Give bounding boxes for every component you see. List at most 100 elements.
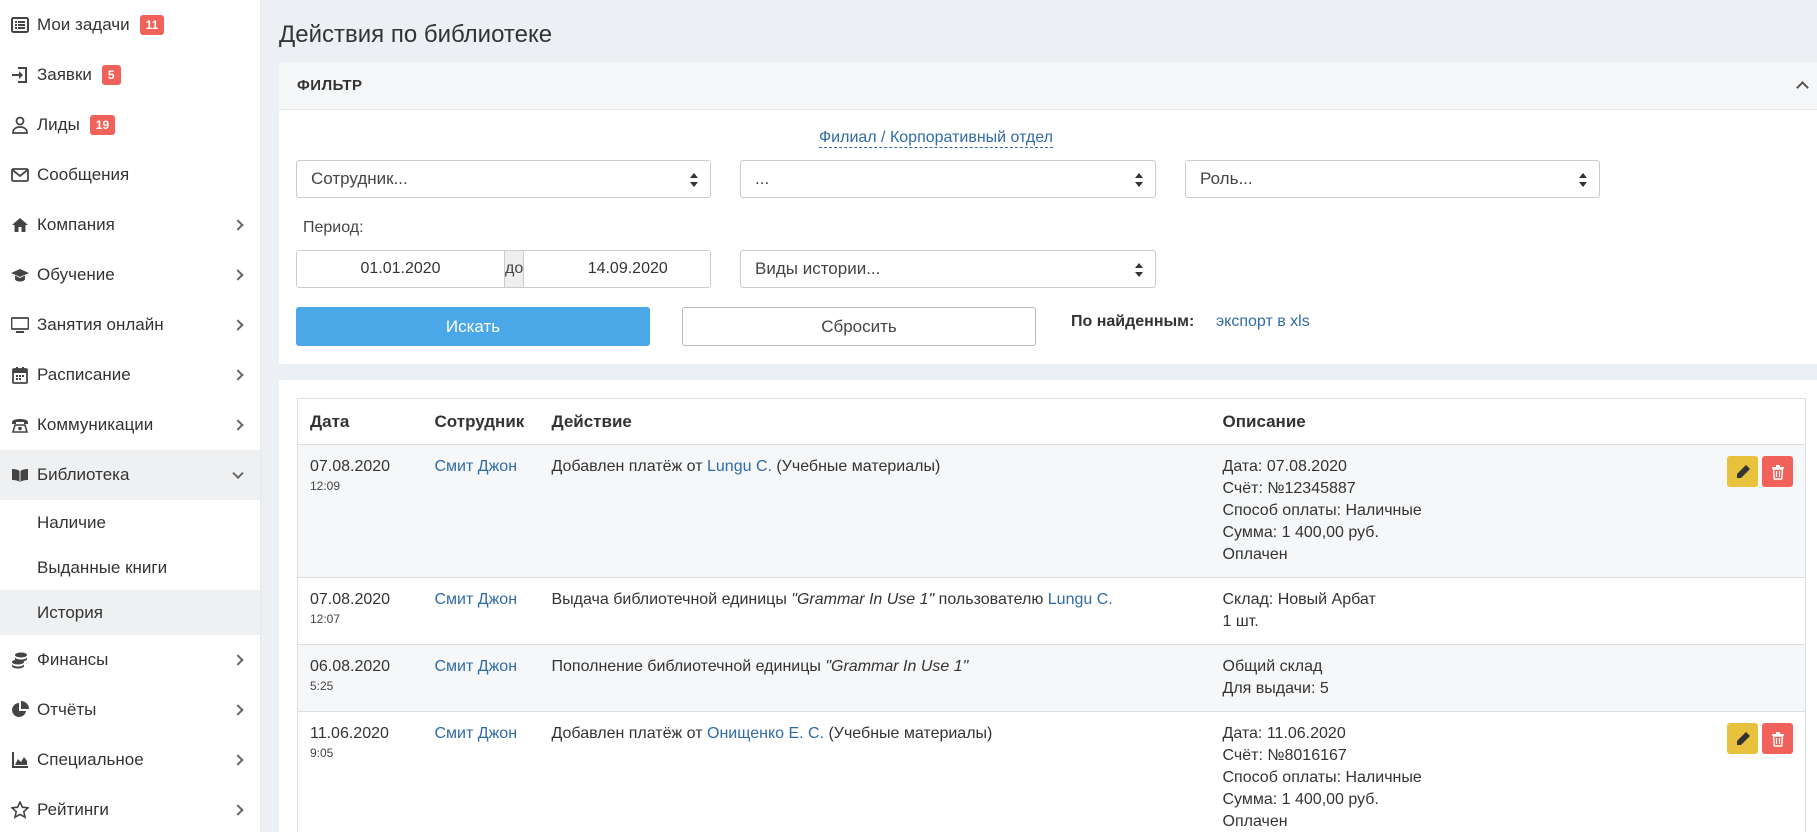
home-icon [10, 215, 30, 235]
column-header-action: Действие [539, 398, 1211, 445]
chevron-right-icon [232, 369, 244, 381]
sidebar-item-reports[interactable]: Отчёты [0, 685, 260, 735]
row-date: 07.08.2020 [310, 458, 391, 475]
desc-line: Оплачен [1222, 813, 1288, 830]
cell-actions [1510, 644, 1806, 712]
chevron-right-icon [232, 754, 244, 766]
column-header-description: Описание [1210, 398, 1511, 445]
column-header-employee: Сотрудник [422, 398, 540, 445]
sidebar-item-education[interactable]: Обучение [0, 250, 260, 300]
client-link[interactable]: Онищенко Е. С. [707, 725, 824, 742]
action-text: (Учебные материалы) [824, 725, 993, 742]
filter-panel: ФИЛЬТР Филиал / Корпоративный отдел Сотр… [279, 62, 1817, 364]
branch-select[interactable]: ... [740, 160, 1156, 198]
cell-employee: Смит Джон [422, 577, 540, 645]
history-table: Дата Сотрудник Действие Описание 07.08.2… [297, 398, 1806, 832]
edit-button[interactable] [1727, 723, 1758, 754]
desc-line: 1 шт. [1222, 613, 1259, 630]
table-row: 07.08.2020 12:07 Смит Джон Выдача библио… [297, 577, 1806, 645]
sidebar-item-label: Финансы [37, 650, 109, 669]
edit-button[interactable] [1727, 456, 1758, 487]
history-types-select[interactable]: Виды истории... [740, 250, 1156, 288]
employee-link[interactable]: Смит Джон [435, 591, 518, 608]
desc-line: Общий склад [1222, 658, 1323, 675]
cell-employee: Смит Джон [422, 711, 540, 832]
sidebar-item-schedule[interactable]: Расписание [0, 350, 260, 400]
period-label: Период: [303, 219, 364, 236]
row-time: 5:25 [310, 679, 334, 693]
desc-line: Дата: 11.06.2020 [1222, 725, 1346, 742]
sidebar-item-special[interactable]: Специальное [0, 735, 260, 785]
sidebar-item-company[interactable]: Компания [0, 200, 260, 250]
sidebar-item-messages[interactable]: Сообщения [0, 150, 260, 200]
row-date: 11.06.2020 [310, 725, 389, 742]
employee-link[interactable]: Смит Джон [435, 458, 518, 475]
chevron-right-icon [232, 419, 244, 431]
pencil-icon [1736, 731, 1750, 745]
graduation-cap-icon [10, 265, 30, 285]
select-arrows-icon [1135, 263, 1143, 277]
chevron-up-icon[interactable] [1796, 81, 1809, 94]
reset-button[interactable]: Сбросить [682, 307, 1036, 346]
action-text: (Учебные материалы) [771, 458, 941, 475]
sidebar-item-my-tasks[interactable]: Мои задачи 11 [0, 0, 260, 50]
sidebar-item-ratings[interactable]: Рейтинги [0, 785, 260, 832]
desc-line: Сумма: 1 400,00 руб. [1222, 524, 1379, 541]
employee-link[interactable]: Смит Джон [435, 725, 518, 742]
sidebar-item-label: Коммуникации [37, 415, 154, 434]
employee-select-value: Сотрудник... [311, 169, 408, 188]
employee-link[interactable]: Смит Джон [435, 658, 518, 675]
desc-line: Счёт: №12345887 [1222, 480, 1356, 497]
column-header-actions [1510, 398, 1806, 445]
delete-button[interactable] [1762, 723, 1793, 754]
book-icon [10, 465, 30, 485]
date-to-input[interactable] [524, 251, 710, 287]
leads-count-badge: 19 [89, 115, 116, 135]
sidebar-item-label: Мои задачи [37, 15, 130, 34]
cell-date: 06.08.2020 5:25 [297, 644, 423, 712]
delete-button[interactable] [1762, 456, 1793, 487]
cell-description: Общий склад Для выдачи: 5 [1210, 644, 1511, 712]
sidebar-item-label: Специальное [37, 750, 144, 769]
employee-select[interactable]: Сотрудник... [296, 160, 711, 198]
book-title: "Grammar In Use 1" [791, 591, 935, 608]
chevron-right-icon [232, 219, 244, 231]
sidebar-subitem-history[interactable]: История [0, 590, 260, 635]
sidebar-item-communications[interactable]: Коммуникации [0, 400, 260, 450]
filter-header[interactable]: ФИЛЬТР [279, 62, 1817, 110]
page-title: Действия по библиотеке [279, 21, 553, 48]
column-header-date: Дата [297, 398, 423, 445]
tasks-count-badge: 11 [139, 15, 165, 35]
cell-action: Добавлен платёж от Lungu C. (Учебные мат… [539, 444, 1211, 578]
history-table-panel: Дата Сотрудник Действие Описание 07.08.2… [279, 380, 1817, 832]
date-from-input[interactable] [297, 251, 504, 287]
action-text: пользователю [934, 591, 1048, 608]
sidebar-subitem-issued-books[interactable]: Выданные книги [0, 545, 260, 590]
sidebar-subitem-availability[interactable]: Наличие [0, 500, 260, 545]
row-date: 07.08.2020 [310, 591, 391, 608]
search-button[interactable]: Искать [296, 307, 650, 346]
client-link[interactable]: Lungu C. [707, 458, 772, 475]
sidebar-item-label: Библиотека [37, 465, 130, 484]
table-row: 07.08.2020 12:09 Смит Джон Добавлен плат… [297, 444, 1806, 578]
sidebar-item-label: Занятия онлайн [37, 315, 164, 334]
envelope-icon [10, 165, 30, 185]
trash-icon [1771, 464, 1784, 480]
client-link[interactable]: Lungu C. [1048, 591, 1113, 608]
sidebar-item-requests[interactable]: Заявки 5 [0, 50, 260, 100]
phone-icon [10, 415, 30, 435]
sidebar-item-finance[interactable]: Финансы [0, 635, 260, 685]
role-select[interactable]: Роль... [1185, 160, 1600, 198]
sidebar-item-library[interactable]: Библиотека [0, 450, 260, 500]
export-xls-link[interactable]: экспорт в xls [1216, 313, 1310, 331]
pencil-icon [1736, 464, 1750, 478]
sidebar-item-leads[interactable]: Лиды 19 [0, 100, 260, 150]
sidebar-item-online-lessons[interactable]: Занятия онлайн [0, 300, 260, 350]
requests-count-badge: 5 [101, 65, 121, 85]
cell-description: Склад: Новый Арбат 1 шт. [1210, 577, 1511, 645]
cell-action: Добавлен платёж от Онищенко Е. С. (Учебн… [539, 711, 1211, 832]
desc-line: Дата: 07.08.2020 [1222, 458, 1347, 475]
calendar-icon [10, 365, 30, 385]
table-row: 11.06.2020 9:05 Смит Джон Добавлен платё… [297, 711, 1806, 832]
branch-department-link[interactable]: Филиал / Корпоративный отдел [819, 129, 1053, 148]
